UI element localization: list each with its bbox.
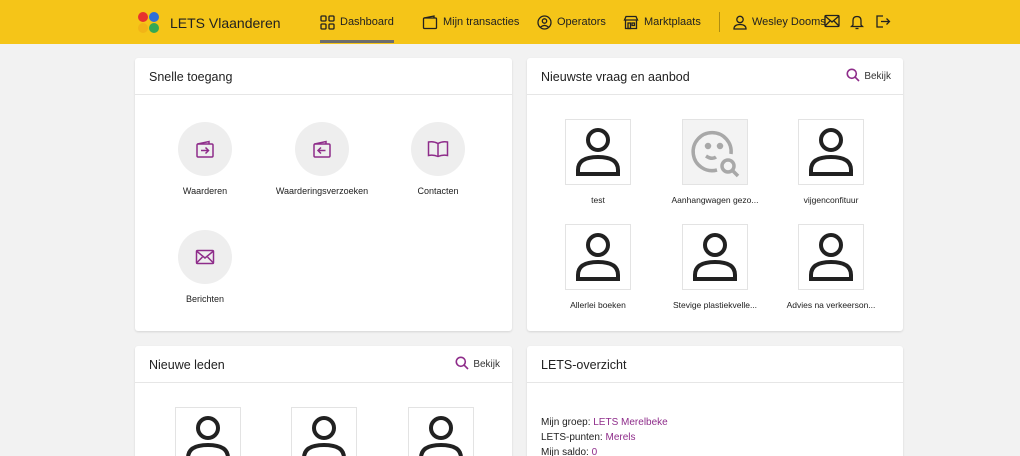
new-members-card: Nieuwe leden Bekijk: [135, 346, 512, 456]
nav-dashboard[interactable]: Dashboard: [320, 0, 394, 44]
view-label: Bekijk: [864, 71, 891, 82]
shop-icon: [623, 15, 639, 30]
offer-label: Advies na verkeerson...: [786, 300, 876, 310]
overview-info: Mijn groep: LETS Merelbeke LETS-punten: …: [541, 415, 668, 456]
wallet-arrow-right-icon: [178, 122, 232, 176]
quick-access-label: Contacten: [417, 186, 459, 196]
nav-divider: [719, 12, 720, 32]
view-members-link[interactable]: Bekijk: [455, 356, 500, 373]
card-title: LETS-overzicht: [541, 358, 627, 372]
points-label: LETS-punten:: [541, 432, 603, 443]
nav-transactions-label: Mijn transacties: [443, 16, 520, 28]
nav-marketplace[interactable]: Marktplaats: [623, 0, 701, 44]
quick-access-item[interactable]: Contacten: [368, 122, 508, 196]
balance-row: Mijn saldo: 0: [541, 445, 668, 456]
offer-label: test: [591, 195, 605, 205]
envelope-icon[interactable]: [824, 14, 840, 33]
offer-item[interactable]: test: [538, 119, 658, 205]
user-icon: [175, 407, 241, 456]
book-icon: [411, 122, 465, 176]
user-icon: [291, 407, 357, 456]
group-row: Mijn groep: LETS Merelbeke: [541, 415, 668, 430]
user-menu[interactable]: Wesley Dooms: [733, 0, 826, 44]
view-label: Bekijk: [473, 359, 500, 370]
group-link[interactable]: LETS Merelbeke: [593, 417, 667, 428]
quick-access-card: Snelle toegang Waarderen Waarderingsverz…: [135, 58, 512, 331]
quick-access-item[interactable]: Berichten: [135, 230, 275, 304]
logo-icon: [138, 12, 160, 34]
view-offers-link[interactable]: Bekijk: [846, 68, 891, 85]
user-icon: [682, 224, 748, 290]
nav-operators-label: Operators: [557, 16, 606, 28]
envelope-icon: [178, 230, 232, 284]
card-title: Nieuwste vraag en aanbod: [541, 70, 690, 84]
card-header: Snelle toegang: [135, 58, 512, 95]
overview-card: LETS-overzicht Mijn groep: LETS Merelbek…: [527, 346, 903, 456]
top-navigation-bar: LETS Vlaanderen Dashboard Mijn transacti…: [0, 0, 1020, 44]
group-label: Mijn groep:: [541, 417, 591, 428]
offer-item[interactable]: Aanhangwagen gezo...: [655, 119, 775, 205]
offer-item[interactable]: Advies na verkeerson...: [771, 224, 891, 310]
offer-item[interactable]: Stevige plastiekvelle...: [655, 224, 775, 310]
offer-label: Allerlei boeken: [570, 300, 626, 310]
user-icon: [733, 15, 747, 30]
face-search-icon: [682, 119, 748, 185]
offer-label: vijgenconfituur: [803, 195, 859, 205]
points-value: Merels: [605, 432, 636, 443]
nav-transactions[interactable]: Mijn transacties: [422, 0, 519, 44]
offer-item[interactable]: vijgenconfituur: [771, 119, 891, 205]
user-icon: [798, 224, 864, 290]
user-icon: [565, 224, 631, 290]
user-name: Wesley Dooms: [752, 16, 826, 28]
member-item[interactable]: [264, 407, 384, 456]
nav-operators[interactable]: Operators: [537, 0, 606, 44]
member-item[interactable]: [148, 407, 268, 456]
card-title: Snelle toegang: [149, 70, 233, 84]
card-header: LETS-overzicht: [527, 346, 903, 383]
logout-icon[interactable]: [875, 14, 891, 34]
balance-label: Mijn saldo:: [541, 447, 589, 456]
brand[interactable]: LETS Vlaanderen: [138, 12, 281, 34]
search-icon: [846, 68, 864, 85]
offer-label: Aanhangwagen gezo...: [671, 195, 759, 205]
wallet-arrow-left-icon: [295, 122, 349, 176]
offer-label: Stevige plastiekvelle...: [672, 300, 758, 310]
user-icon: [565, 119, 631, 185]
member-item[interactable]: [381, 407, 501, 456]
wallet-icon: [422, 14, 438, 30]
grid-icon: [320, 14, 335, 30]
offers-card: Nieuwste vraag en aanbod Bekijk test Aan…: [527, 58, 903, 331]
user-icon: [798, 119, 864, 185]
points-row: LETS-punten: Merels: [541, 430, 668, 445]
offer-item[interactable]: Allerlei boeken: [538, 224, 658, 310]
user-circle-icon: [537, 14, 552, 30]
card-header: Nieuwste vraag en aanbod Bekijk: [527, 58, 903, 95]
nav-dashboard-label: Dashboard: [340, 16, 394, 28]
quick-access-label: Berichten: [185, 294, 225, 304]
nav-marketplace-label: Marktplaats: [644, 16, 701, 28]
user-icon: [408, 407, 474, 456]
brand-name: LETS Vlaanderen: [170, 15, 281, 31]
balance-value: 0: [591, 447, 598, 456]
card-title: Nieuwe leden: [149, 358, 225, 372]
search-icon: [455, 356, 473, 373]
bell-icon[interactable]: [849, 14, 865, 35]
card-header: Nieuwe leden Bekijk: [135, 346, 512, 383]
